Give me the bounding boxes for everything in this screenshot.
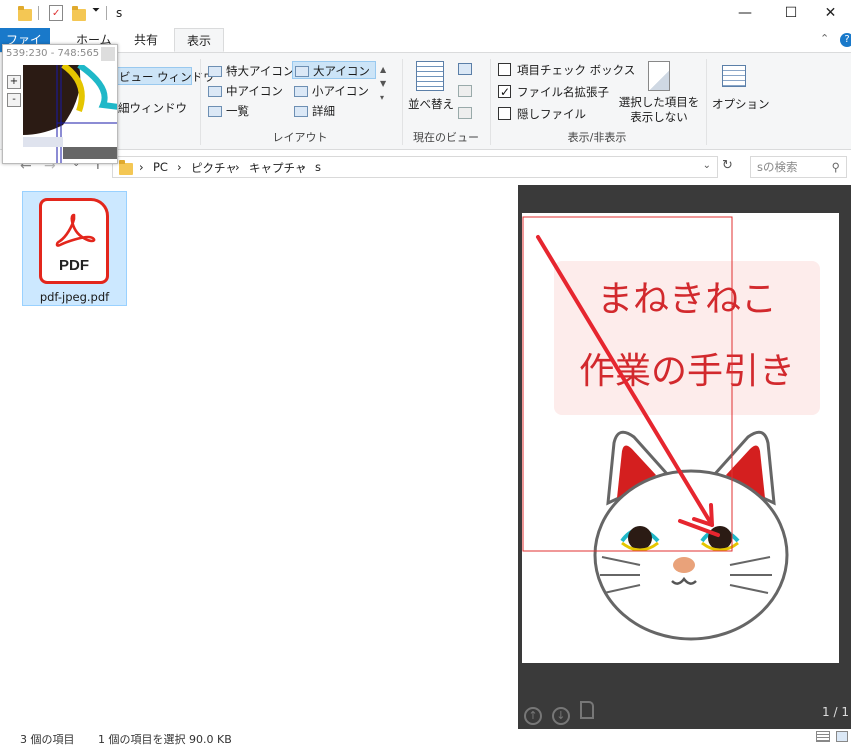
small-icons-icon bbox=[294, 86, 308, 97]
breadcrumb-pictures[interactable]: ピクチャ bbox=[191, 160, 237, 176]
acrobat-logo-icon bbox=[55, 213, 96, 247]
maximize-button[interactable]: ☐ bbox=[768, 0, 814, 28]
preview-page: まねきねこ 作業の手引き bbox=[522, 213, 839, 663]
address-input[interactable]: › PC › ピクチャ › キャプチャ › s ⌄ bbox=[112, 156, 718, 178]
close-button[interactable]: ✕ bbox=[810, 0, 851, 28]
layout-group-label: レイアウト bbox=[272, 131, 328, 144]
large-icons-view-icon[interactable] bbox=[836, 731, 848, 742]
ribbon-separator bbox=[402, 59, 403, 145]
magnified-view bbox=[23, 65, 117, 163]
sort-by-button[interactable]: 並べ替え bbox=[408, 95, 454, 113]
magnifier-coordinates: 539:230 - 748:565 bbox=[6, 48, 100, 59]
breadcrumb-separator: › bbox=[139, 160, 144, 174]
medium-icons-icon bbox=[208, 86, 222, 97]
preview-pane: まねきねこ 作業の手引き ↑ ↓ 1 / 1 bbox=[518, 185, 851, 729]
file-list[interactable]: PDF pdf-jpeg.pdf bbox=[0, 183, 516, 729]
properties-icon[interactable]: ✓ bbox=[49, 5, 63, 21]
group-by-icon[interactable] bbox=[458, 63, 472, 75]
size-columns-icon[interactable] bbox=[458, 107, 472, 119]
hidden-files-checkbox[interactable] bbox=[498, 107, 511, 120]
show-hide-group-label: 表示/非表示 bbox=[567, 131, 627, 144]
selection-info: 1 個の項目を選択 90.0 KB bbox=[98, 733, 232, 745]
file-extensions-toggle[interactable]: ファイル名拡張子 bbox=[498, 83, 609, 101]
preview-controls: ↑ ↓ bbox=[524, 701, 594, 725]
hide-selected-icon bbox=[648, 61, 670, 91]
hide-selected-button[interactable]: 選択した項目を 表示しない bbox=[614, 95, 704, 125]
item-checkboxes-checkbox[interactable] bbox=[498, 63, 511, 76]
details-view-icon[interactable] bbox=[816, 731, 830, 742]
breadcrumb-captures[interactable]: キャプチャ bbox=[249, 160, 306, 176]
layout-list[interactable]: 一覧 bbox=[208, 102, 249, 120]
ribbon-separator bbox=[706, 59, 707, 145]
options-icon bbox=[722, 65, 746, 87]
sort-by-icon bbox=[416, 61, 444, 91]
status-bar: 3 個の項目 1 個の項目を選択 90.0 KB bbox=[0, 729, 851, 745]
layout-small-icons[interactable]: 小アイコン bbox=[294, 82, 369, 100]
add-columns-icon[interactable] bbox=[458, 85, 472, 97]
address-bar: ← → ⌄ ↑ › PC › ピクチャ › キャプチャ › s ⌄ ↻ sの検索… bbox=[0, 152, 851, 182]
preview-illustration: まねきねこ 作業の手引き bbox=[522, 216, 820, 641]
file-item[interactable]: PDF pdf-jpeg.pdf bbox=[22, 191, 127, 306]
ribbon: ビュー ウィンドウ 細ウィンドウ 特大アイコン 大アイコン 中アイコン 小アイコ… bbox=[0, 52, 851, 150]
next-page-icon[interactable]: ↓ bbox=[551, 707, 570, 725]
search-input[interactable]: sの検索 ⚲ bbox=[750, 156, 847, 178]
tab-share[interactable]: 共有 bbox=[122, 28, 170, 52]
tab-view[interactable]: 表示 bbox=[174, 28, 225, 52]
previous-page-icon[interactable]: ↑ bbox=[524, 707, 542, 725]
folder-icon bbox=[119, 160, 133, 175]
ribbon-tabs: ファイル ホーム 共有 表示 ⌃ ? bbox=[0, 28, 851, 71]
zoom-out-button[interactable]: - bbox=[7, 93, 21, 107]
item-checkboxes-toggle[interactable]: 項目チェック ボックス bbox=[498, 61, 635, 79]
layout-details[interactable]: 詳細 bbox=[294, 102, 335, 120]
current-view-group-label: 現在のビュー bbox=[413, 131, 479, 144]
window-title: s bbox=[116, 6, 123, 20]
extra-large-icons-icon bbox=[208, 66, 222, 77]
magnifier-close-icon[interactable] bbox=[101, 47, 115, 61]
ribbon-separator bbox=[490, 59, 491, 145]
file-extensions-checkbox[interactable] bbox=[498, 83, 511, 101]
search-icon: ⚲ bbox=[831, 160, 840, 174]
breadcrumb-separator: › bbox=[235, 160, 240, 174]
minimize-button[interactable]: — bbox=[722, 0, 768, 28]
options-button[interactable]: オプション bbox=[712, 95, 770, 113]
preview-title-line1: まねきねこ bbox=[597, 279, 777, 320]
qat-divider bbox=[38, 6, 39, 20]
breadcrumb-separator: › bbox=[301, 160, 306, 174]
breadcrumb-s[interactable]: s bbox=[315, 160, 321, 174]
layout-large-icons[interactable]: 大アイコン bbox=[292, 61, 376, 79]
title-bar: ✓ ⏷ s — ☐ ✕ bbox=[0, 0, 851, 28]
address-history-chevron-down-icon[interactable]: ⌄ bbox=[703, 160, 711, 171]
file-name: pdf-jpeg.pdf bbox=[39, 290, 110, 304]
details-pane-button[interactable]: 細ウィンドウ bbox=[118, 99, 187, 117]
help-icon[interactable]: ? bbox=[840, 33, 851, 47]
layout-medium-icons[interactable]: 中アイコン bbox=[208, 82, 283, 100]
ribbon-collapse-icon[interactable]: ⌃ bbox=[820, 32, 829, 45]
breadcrumb-pc[interactable]: PC bbox=[153, 160, 168, 174]
list-icon bbox=[208, 106, 222, 117]
breadcrumb-separator: › bbox=[177, 160, 182, 174]
pdf-file-icon: PDF bbox=[39, 198, 109, 284]
qat-dropdown-icon[interactable]: ⏷ bbox=[92, 5, 100, 16]
open-document-icon[interactable] bbox=[579, 701, 594, 719]
zoom-in-button[interactable]: + bbox=[7, 75, 21, 89]
refresh-icon[interactable]: ↻ bbox=[722, 158, 733, 173]
preview-pane-button[interactable]: ビュー ウィンドウ bbox=[112, 67, 215, 85]
hidden-files-toggle[interactable]: 隠しファイル bbox=[498, 105, 586, 123]
item-count: 3 個の項目 bbox=[20, 733, 75, 745]
large-icons-icon bbox=[295, 66, 309, 77]
qat-divider bbox=[106, 6, 107, 20]
page-indicator: 1 / 1 bbox=[822, 705, 849, 719]
details-icon bbox=[294, 106, 308, 117]
layout-extra-large-icons[interactable]: 特大アイコン bbox=[208, 62, 294, 80]
magnifier-overlay[interactable]: 539:230 - 748:565 + - bbox=[2, 44, 118, 164]
layout-scroll-icon[interactable]: ▲ ▼ ▾ bbox=[380, 63, 386, 105]
pdf-icon-text: PDF bbox=[59, 257, 89, 274]
